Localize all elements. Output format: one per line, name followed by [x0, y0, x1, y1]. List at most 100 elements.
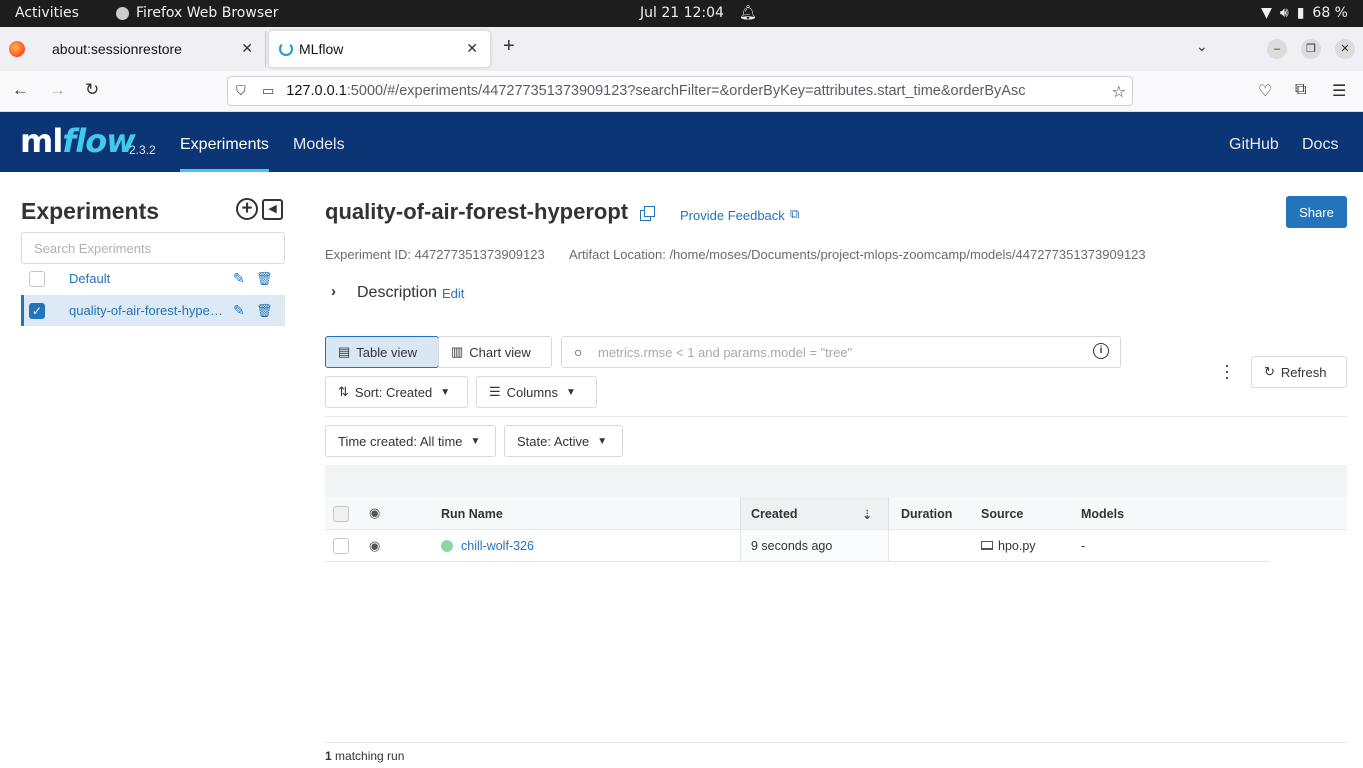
- search-runs-field[interactable]: ○ i: [561, 336, 1121, 368]
- divider: [325, 416, 1347, 417]
- system-tray[interactable]: ▼ 🔊︎ ▮ 68 %: [1261, 5, 1348, 21]
- nav-models[interactable]: Models: [293, 136, 345, 154]
- tracking-shield-icon[interactable]: ⛉: [236, 83, 250, 99]
- columns-dropdown[interactable]: ☰ Columns ▼: [476, 376, 597, 408]
- forward-icon[interactable]: →: [49, 80, 66, 100]
- run-source[interactable]: hpo.py: [998, 539, 1036, 553]
- chart-view-button[interactable]: ▥ Chart view: [438, 336, 552, 368]
- nav-experiments[interactable]: Experiments: [180, 136, 269, 154]
- info-icon[interactable]: i: [1093, 343, 1109, 359]
- laptop-source-icon: [981, 541, 993, 550]
- run-status-icon: [441, 540, 453, 552]
- experiment-checkbox[interactable]: [29, 270, 45, 287]
- app-menu[interactable]: Firefox Web Browser: [116, 5, 279, 21]
- system-top-bar: Activities Firefox Web Browser Jul 21 12…: [0, 0, 1363, 27]
- nav-docs[interactable]: Docs: [1302, 136, 1338, 154]
- pocket-icon[interactable]: ♡: [1258, 81, 1272, 101]
- tab-mlflow[interactable]: MLflow ✕: [269, 31, 490, 67]
- expand-chevron-icon[interactable]: ›: [331, 283, 336, 300]
- minimize-icon[interactable]: –: [1267, 39, 1287, 59]
- table-view-button[interactable]: ▤ Table view: [325, 336, 439, 368]
- artifact-location: Artifact Location: /home/moses/Documents…: [569, 247, 1146, 262]
- nav-github[interactable]: GitHub: [1229, 136, 1279, 154]
- active-nav-indicator: [180, 169, 269, 172]
- search-experiments-input[interactable]: [21, 232, 285, 264]
- description-edit-link[interactable]: Edit: [442, 286, 464, 301]
- header-duration[interactable]: Duration: [901, 507, 952, 521]
- experiment-name[interactable]: Default: [69, 271, 225, 286]
- state-filter[interactable]: State: Active ▼: [504, 425, 623, 457]
- chevron-down-icon: ▼: [470, 435, 481, 447]
- url-host: 127.0.0.1: [286, 83, 347, 99]
- close-window-icon[interactable]: ✕: [1335, 39, 1355, 59]
- clock[interactable]: Jul 21 12:04: [640, 5, 724, 21]
- sidebar-item-quality-of-air[interactable]: ✓ quality-of-air-forest-hyperopt ✎ 🗑︎: [21, 295, 285, 326]
- delete-trash-icon[interactable]: 🗑︎: [256, 271, 273, 287]
- activities-button[interactable]: Activities: [15, 5, 79, 21]
- firefox-icon: [116, 6, 129, 20]
- experiment-name[interactable]: quality-of-air-forest-hyperopt: [69, 303, 225, 318]
- page-info-icon[interactable]: ▭: [262, 83, 274, 99]
- refresh-button[interactable]: ↻ Refresh: [1251, 356, 1347, 388]
- reload-icon[interactable]: ↻: [85, 80, 99, 100]
- search-icon: ○: [574, 344, 583, 360]
- mlflow-logo[interactable]: mlflow: [20, 122, 136, 160]
- url-path: :5000/#/experiments/447277351373909123?s…: [346, 83, 1026, 99]
- header-source[interactable]: Source: [981, 507, 1023, 521]
- columns-label: Columns: [506, 384, 558, 400]
- volume-icon: 🔊︎: [1279, 5, 1289, 21]
- run-created: 9 seconds ago: [751, 539, 833, 553]
- table-row[interactable]: ◉ chill-wolf-326 9 seconds ago hpo.py -: [325, 530, 1270, 562]
- battery-percent: 68 %: [1312, 5, 1348, 21]
- new-tab-icon[interactable]: +: [503, 35, 515, 58]
- collapse-sidebar-icon[interactable]: ◀: [262, 199, 283, 220]
- provide-feedback-link[interactable]: Provide Feedback: [680, 208, 785, 223]
- experiment-checkbox-checked[interactable]: ✓: [29, 302, 45, 319]
- wifi-icon: ▼: [1261, 5, 1272, 21]
- visibility-eye-icon[interactable]: ◉: [369, 538, 380, 554]
- search-runs-input[interactable]: [598, 342, 1078, 362]
- visibility-eye-icon[interactable]: ◉: [369, 505, 380, 521]
- back-icon[interactable]: ←: [12, 80, 29, 100]
- loading-favicon-icon: [279, 42, 293, 56]
- run-name-link[interactable]: chill-wolf-326: [461, 539, 534, 553]
- sidebar-item-default[interactable]: Default ✎ 🗑︎: [21, 263, 285, 294]
- restore-icon[interactable]: ❐: [1301, 39, 1321, 59]
- row-checkbox[interactable]: [333, 538, 349, 554]
- notification-bell-icon: 🔔︎: [739, 5, 757, 21]
- edit-pencil-icon[interactable]: ✎: [233, 270, 245, 287]
- close-tab-icon[interactable]: ✕: [241, 40, 253, 57]
- sort-icon: ⇅: [338, 384, 349, 399]
- header-run-name[interactable]: Run Name: [441, 507, 503, 521]
- firefox-view-icon[interactable]: [9, 41, 25, 57]
- run-models: -: [1081, 539, 1086, 553]
- sort-dropdown[interactable]: ⇅ Sort: Created ▼: [325, 376, 468, 408]
- header-created[interactable]: Created: [751, 507, 798, 521]
- edit-pencil-icon[interactable]: ✎: [233, 302, 245, 319]
- header-models[interactable]: Models: [1081, 507, 1124, 521]
- share-button[interactable]: Share: [1286, 196, 1347, 228]
- select-all-checkbox[interactable]: [333, 506, 349, 522]
- chart-view-label: Chart view: [469, 344, 531, 360]
- chevron-down-icon: ▼: [597, 435, 608, 447]
- time-created-filter[interactable]: Time created: All time ▼: [325, 425, 496, 457]
- bookmark-star-icon[interactable]: ☆: [1105, 82, 1126, 102]
- tab-session-restore[interactable]: about:sessionrestore ✕: [40, 31, 266, 67]
- close-tab-icon[interactable]: ✕: [466, 40, 478, 57]
- extensions-icon[interactable]: ⧉: [1295, 81, 1306, 99]
- more-options-icon[interactable]: · · ·: [1222, 356, 1232, 386]
- menu-hamburger-icon[interactable]: ☰: [1332, 81, 1346, 101]
- state-filter-label: State: Active: [517, 433, 590, 449]
- description-label[interactable]: Description: [357, 284, 437, 302]
- url-bar[interactable]: ⛉ ▭ 127.0.0.1 :5000/#/experiments/447277…: [227, 76, 1133, 106]
- tab-label: MLflow: [299, 41, 344, 57]
- delete-trash-icon[interactable]: 🗑︎: [256, 303, 273, 319]
- create-experiment-icon[interactable]: +: [236, 198, 258, 220]
- sort-descending-icon[interactable]: ⇣: [862, 507, 872, 522]
- copy-icon[interactable]: [640, 206, 655, 221]
- time-filter-label: Time created: All time: [338, 433, 463, 449]
- list-tabs-chevron-icon[interactable]: ⌄: [1196, 38, 1208, 55]
- external-link-icon[interactable]: ⧉: [790, 206, 799, 222]
- table-view-label: Table view: [356, 344, 417, 360]
- chevron-down-icon: ▼: [440, 386, 451, 398]
